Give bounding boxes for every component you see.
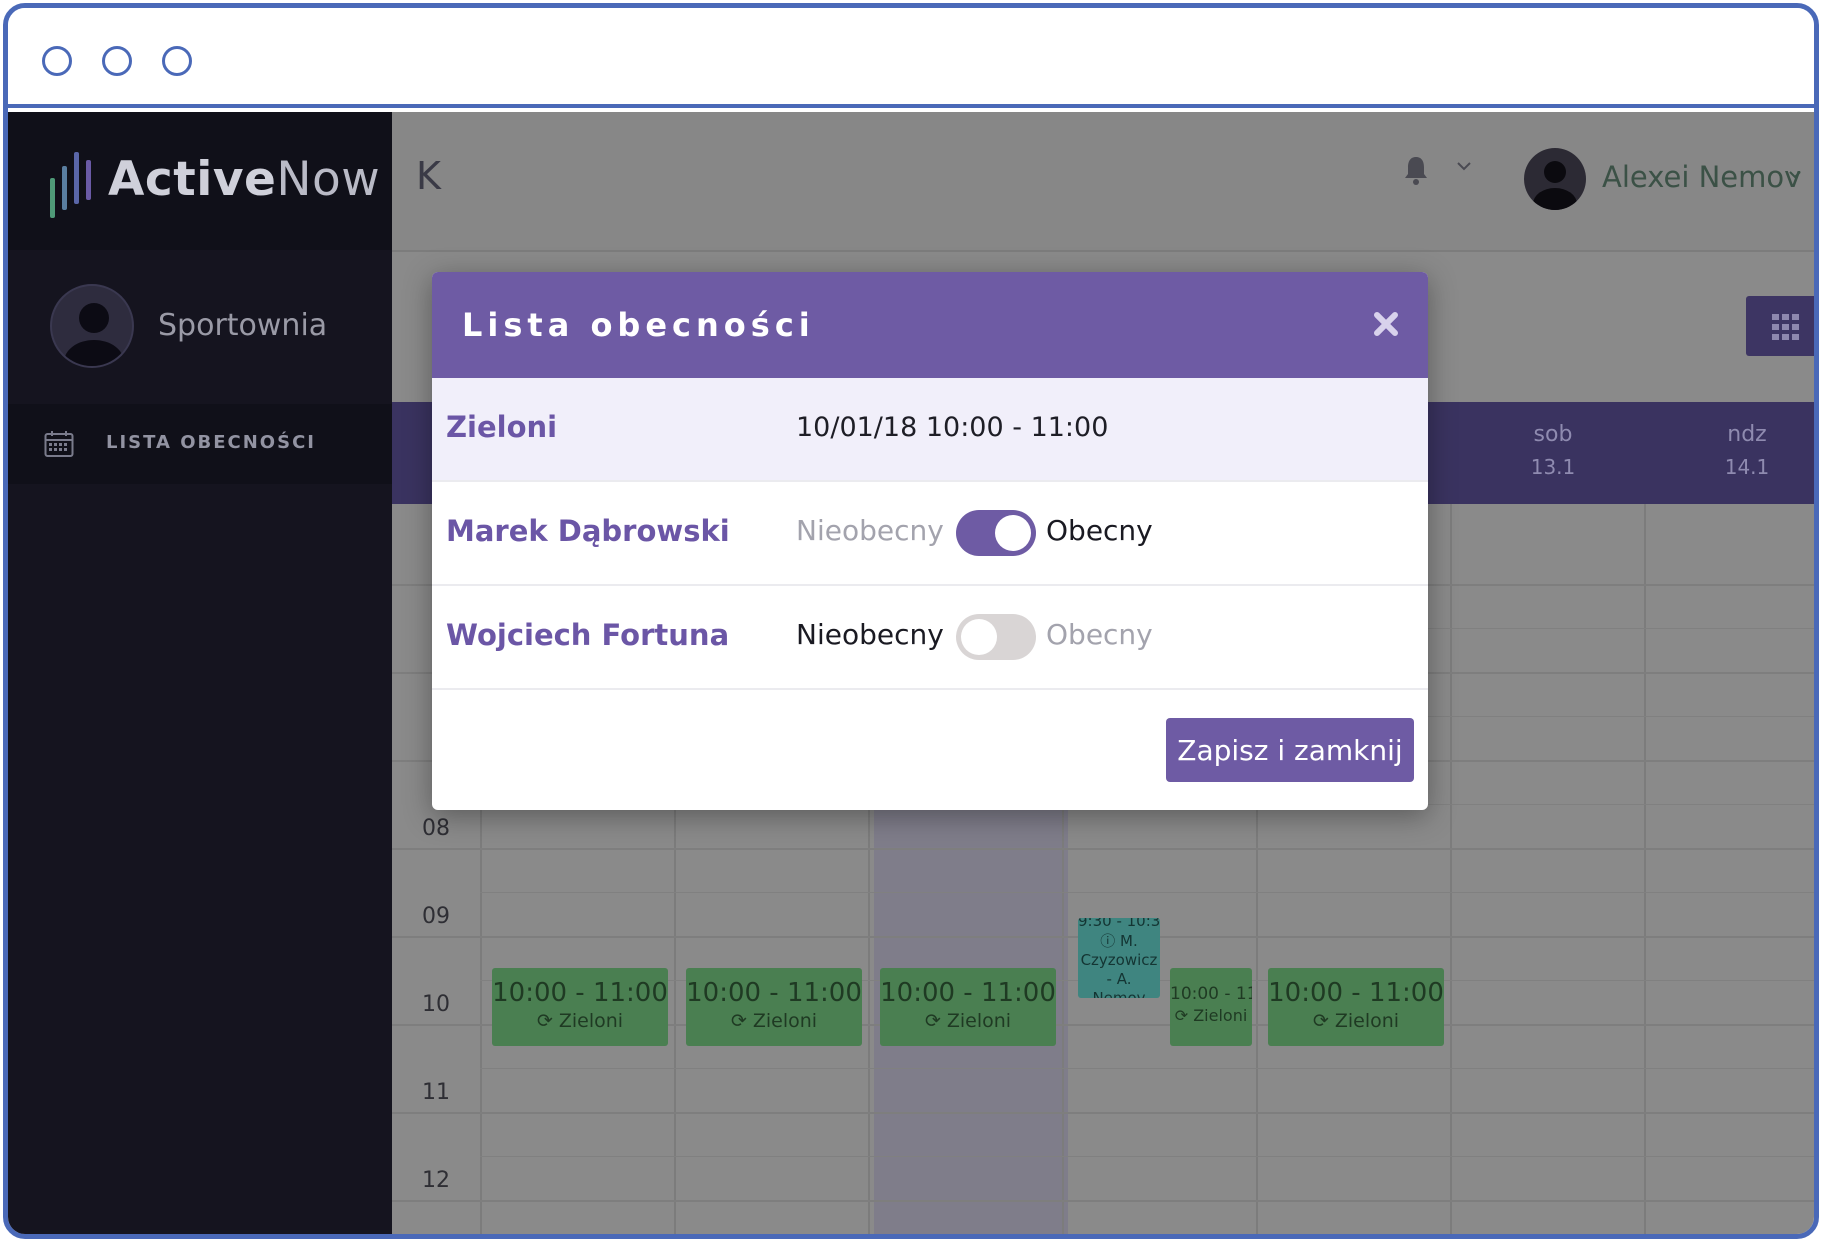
hour-label: 12 xyxy=(422,1168,450,1193)
hour-label: 09 xyxy=(422,904,450,929)
calendar-event-overlap[interactable]: 9:30 - 10:30 ⓘ M. Czyzowicz - A. Nemov xyxy=(1078,918,1160,998)
logo-text: ActiveNow xyxy=(108,152,381,207)
half-hour-line xyxy=(480,1068,1814,1069)
window-maximize-dot[interactable] xyxy=(162,46,192,76)
page-title: K xyxy=(416,154,441,198)
calendar-event[interactable]: 10:00 - 11:00 ⟳ Zieloni xyxy=(1268,968,1444,1046)
participant-row: Marek Dąbrowski Nieobecny Obecny xyxy=(432,482,1428,586)
sidebar-item-label: LISTA OBECNOŚCI xyxy=(106,432,316,453)
hour-line xyxy=(392,1112,1814,1114)
logo[interactable]: ActiveNow xyxy=(8,112,392,250)
chevron-down-icon[interactable] xyxy=(1456,160,1472,172)
user-avatar-icon xyxy=(50,284,134,368)
grid-icon xyxy=(1772,314,1799,340)
user-avatar-icon[interactable] xyxy=(1524,148,1586,210)
hour-line xyxy=(392,848,1814,850)
toggle-knob xyxy=(961,619,997,655)
window-minimize-dot[interactable] xyxy=(102,46,132,76)
top-bar: K Alexei Nemov xyxy=(392,112,1814,252)
window-titlebar xyxy=(8,8,1814,108)
half-hour-line xyxy=(480,1156,1814,1157)
column-divider xyxy=(1450,504,1452,1234)
day-header-sat: sob 13.1 xyxy=(1530,422,1576,479)
sidebar: ActiveNow Sportownia LISTA OBECNOŚCI xyxy=(8,112,392,1234)
participant-name: Marek Dąbrowski xyxy=(446,514,730,548)
attendance-modal: Lista obecności Zieloni 10/01/18 10:00 -… xyxy=(432,272,1428,810)
column-divider xyxy=(1644,504,1646,1234)
group-name: Zieloni xyxy=(446,410,558,444)
calendar-event[interactable]: 10:00 - 11:00 ⟳ Zieloni xyxy=(492,968,668,1046)
modal-title: Lista obecności xyxy=(462,306,815,344)
calendar-icon xyxy=(44,431,74,457)
half-hour-line xyxy=(480,892,1814,893)
window-close-dot[interactable] xyxy=(42,46,72,76)
hour-label: 10 xyxy=(422,992,450,1017)
day-header-sun: ndz 14.1 xyxy=(1724,422,1770,479)
sidebar-user[interactable]: Sportownia xyxy=(8,250,392,390)
chevron-down-icon[interactable] xyxy=(1788,170,1802,180)
hour-label: 11 xyxy=(422,1080,450,1105)
present-label: Obecny xyxy=(1046,514,1153,547)
present-label: Obecny xyxy=(1046,618,1153,651)
calendar-event[interactable]: 10:00 - 11:00 ⟳ Zieloni xyxy=(880,968,1056,1046)
hour-line xyxy=(392,1200,1814,1202)
participant-row: Wojciech Fortuna Nieobecny Obecny xyxy=(432,586,1428,690)
hour-label: 08 xyxy=(422,816,450,841)
bell-icon[interactable] xyxy=(1402,154,1430,186)
absent-label: Nieobecny xyxy=(796,618,944,651)
grid-view-button[interactable] xyxy=(1746,296,1814,356)
close-icon[interactable] xyxy=(1368,306,1404,342)
attendance-toggle[interactable] xyxy=(956,614,1036,660)
attendance-toggle[interactable] xyxy=(956,510,1036,556)
app: ActiveNow Sportownia LISTA OBECNOŚCI K A… xyxy=(8,112,1814,1234)
sidebar-item-attendance[interactable]: LISTA OBECNOŚCI xyxy=(8,404,392,484)
calendar-event[interactable]: 10:00 - 11:00 ⟳ Zieloni xyxy=(686,968,862,1046)
sidebar-username: Sportownia xyxy=(158,308,328,343)
toggle-knob xyxy=(995,515,1031,551)
browser-window: ActiveNow Sportownia LISTA OBECNOŚCI K A… xyxy=(3,3,1819,1239)
top-username[interactable]: Alexei Nemov xyxy=(1602,160,1801,194)
bars-logo-icon xyxy=(50,152,91,218)
group-info-row: Zieloni 10/01/18 10:00 - 11:00 xyxy=(432,378,1428,482)
participant-name: Wojciech Fortuna xyxy=(446,618,730,652)
calendar-event[interactable]: 10:00 - 11:00 ⟳ Zieloni xyxy=(1170,968,1252,1046)
absent-label: Nieobecny xyxy=(796,514,944,547)
modal-header: Lista obecności xyxy=(432,272,1428,378)
group-date: 10/01/18 10:00 - 11:00 xyxy=(796,412,1109,443)
save-and-close-button[interactable]: Zapisz i zamknij xyxy=(1166,718,1414,782)
